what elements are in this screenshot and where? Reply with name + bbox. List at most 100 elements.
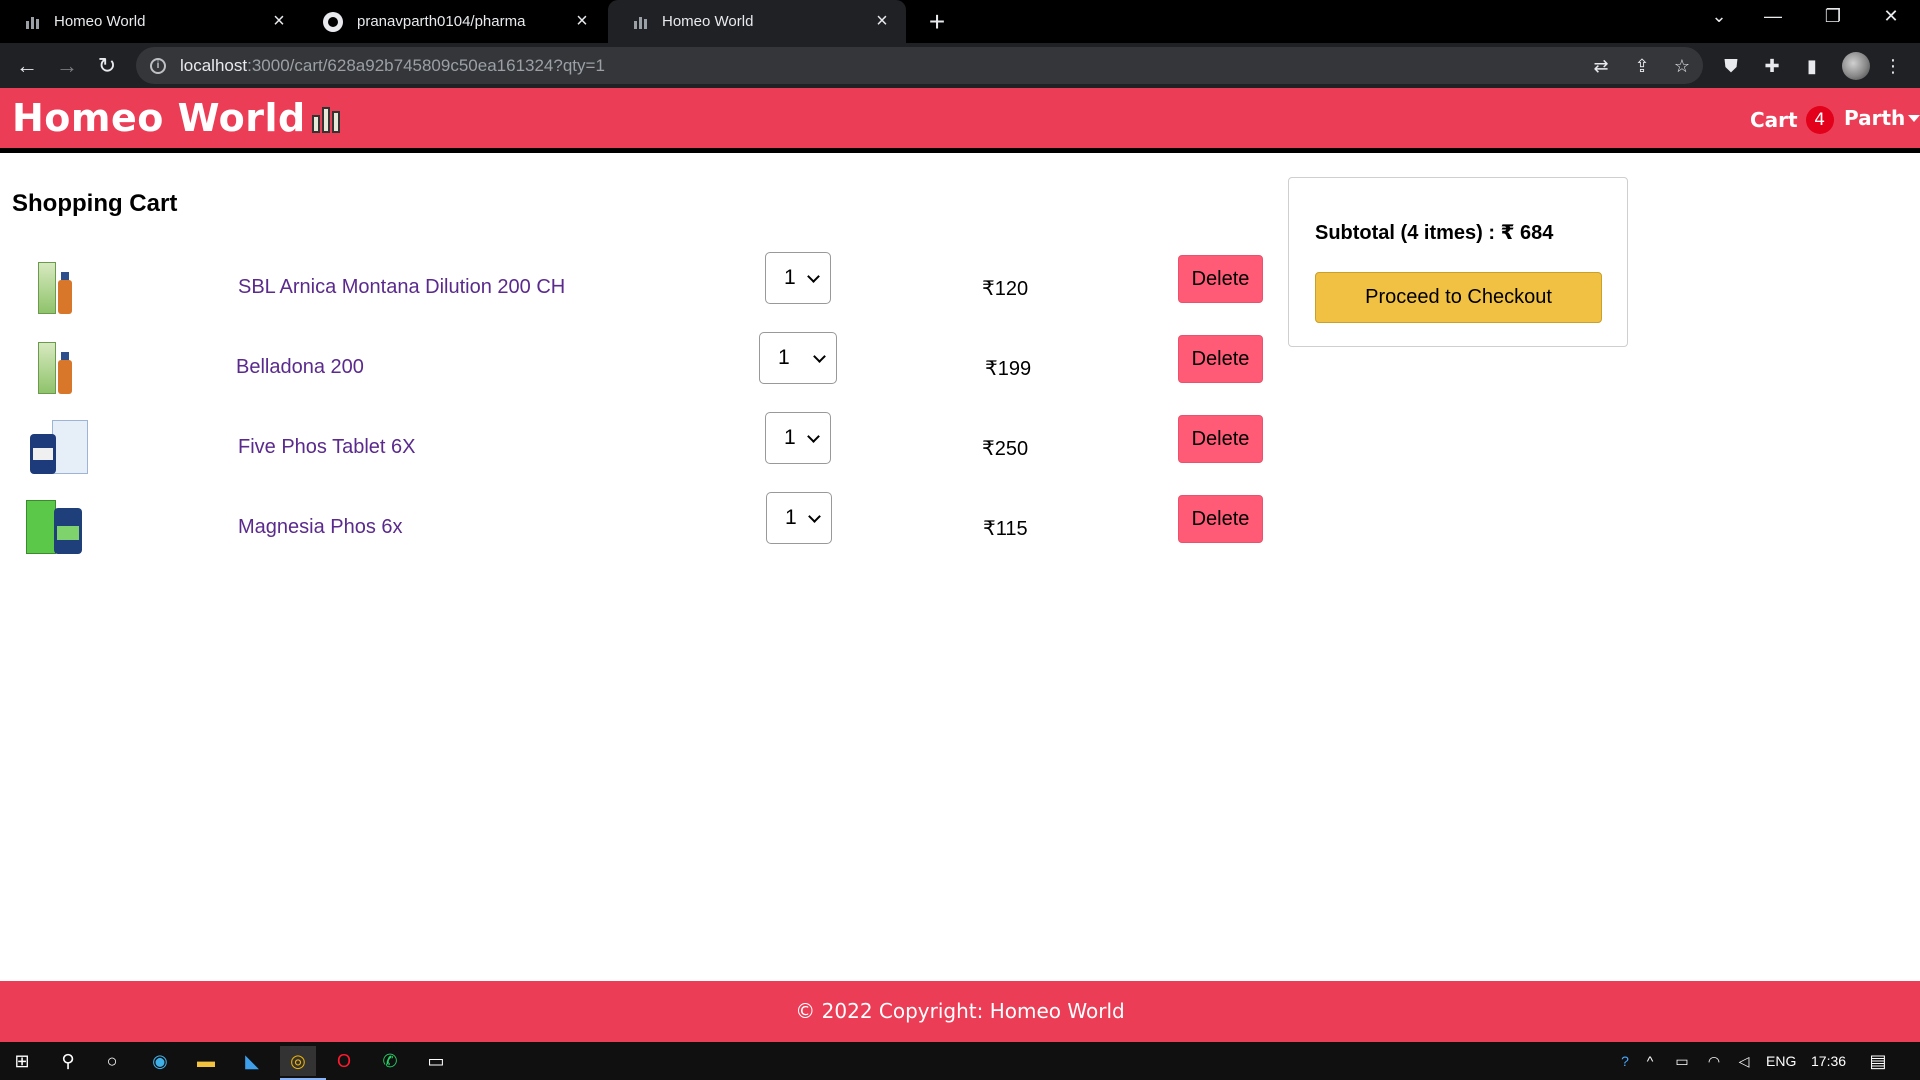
medicine-bottles-icon	[311, 103, 342, 133]
copyright-text: © 2022 Copyright: Homeo World	[795, 999, 1125, 1023]
new-tab-button[interactable]: +	[922, 6, 952, 38]
product-image[interactable]	[24, 336, 88, 400]
delete-button[interactable]: Delete	[1178, 335, 1263, 383]
cortana-circle-icon[interactable]: ○	[94, 1046, 130, 1076]
shield-extension-icon[interactable]: ⛊	[1720, 55, 1742, 77]
product-jar-shape	[30, 434, 56, 474]
windows-taskbar: ⊞ ⚲ ○ ◉ ▬ ◣ ◎ O ✆ ▭ ? ^ ▭ ◠ ◁ ENG 17:36 …	[0, 1042, 1920, 1080]
share-icon[interactable]: ⇪	[1631, 55, 1653, 77]
quantity-value: 1	[784, 266, 796, 289]
delete-button[interactable]: Delete	[1178, 415, 1263, 463]
close-icon[interactable]: ×	[872, 10, 892, 33]
cart-count-badge: 4	[1805, 106, 1834, 134]
product-image[interactable]	[24, 416, 88, 480]
site-info-icon[interactable]: i	[150, 57, 166, 74]
close-icon[interactable]: ×	[572, 10, 592, 33]
subtotal-text: Subtotal (4 itmes) : ₹ 684	[1315, 222, 1554, 244]
forward-arrow-icon[interactable]: →	[52, 51, 82, 81]
clock[interactable]: 17:36	[1811, 1053, 1846, 1069]
product-name-link[interactable]: Magnesia Phos 6x	[238, 516, 403, 539]
language-indicator[interactable]: ENG	[1766, 1053, 1796, 1069]
github-icon	[323, 11, 343, 32]
edge-browser-icon[interactable]: ◉	[142, 1046, 178, 1076]
tab-title: Homeo World	[662, 13, 754, 30]
tab-title: Homeo World	[54, 13, 146, 30]
product-name-link[interactable]: SBL Arnica Montana Dilution 200 CH	[238, 276, 565, 299]
homeo-favicon-icon	[634, 15, 648, 29]
windows-start-icon[interactable]: ⊞	[4, 1046, 40, 1076]
close-icon[interactable]: ×	[269, 10, 289, 33]
app-navbar: Homeo World Cart 4 Parth	[0, 88, 1920, 153]
quantity-select[interactable]: 1	[766, 492, 832, 544]
bookmark-star-icon[interactable]: ☆	[1671, 55, 1693, 77]
minimize-button[interactable]: —	[1758, 6, 1788, 27]
tab-title: pranavparth0104/pharma	[357, 13, 526, 30]
reload-icon[interactable]: ↻	[92, 51, 122, 81]
opera-icon[interactable]: O	[326, 1046, 362, 1076]
more-menu-icon[interactable]: ⋮	[1882, 55, 1904, 77]
cart-link[interactable]: Cart 4	[1750, 106, 1834, 134]
whatsapp-icon[interactable]: ✆	[372, 1046, 408, 1076]
chevron-down-icon	[807, 430, 820, 443]
product-box-shape	[38, 342, 56, 394]
cart-label: Cart	[1750, 108, 1798, 132]
cart-item-row: Magnesia Phos 6x 1 ₹115 Delete	[0, 492, 1280, 572]
file-explorer-icon[interactable]: ▬	[188, 1046, 224, 1076]
browser-tab-3-active[interactable]: Homeo World ×	[608, 0, 906, 43]
terminal-icon[interactable]: ▭	[418, 1046, 454, 1076]
volume-icon[interactable]: ◁	[1726, 1046, 1762, 1076]
page-footer: © 2022 Copyright: Homeo World	[0, 981, 1920, 1042]
notifications-icon[interactable]: ▤	[1860, 1046, 1896, 1076]
product-price: ₹115	[983, 518, 1028, 540]
chevron-down-icon	[813, 350, 826, 363]
product-price: ₹250	[982, 438, 1029, 460]
browser-toolbar: ← → ↻ i localhost:3000/cart/628a92b74580…	[0, 43, 1920, 88]
product-image[interactable]	[24, 256, 88, 320]
browser-tab-2[interactable]: pranavparth0104/pharma ×	[303, 0, 606, 43]
delete-button[interactable]: Delete	[1178, 255, 1263, 303]
cart-item-row: SBL Arnica Montana Dilution 200 CH 1 ₹12…	[0, 252, 1280, 332]
quantity-select[interactable]: 1	[759, 332, 837, 384]
chrome-icon[interactable]: ◎	[280, 1046, 326, 1080]
page-title: Shopping Cart	[12, 190, 178, 217]
back-arrow-icon[interactable]: ←	[12, 51, 42, 81]
side-panel-icon[interactable]: ▮	[1801, 55, 1823, 77]
extensions-puzzle-icon[interactable]: ✚	[1761, 55, 1783, 77]
quantity-select[interactable]: 1	[765, 252, 831, 304]
vscode-icon[interactable]: ◣	[234, 1046, 270, 1076]
delete-button[interactable]: Delete	[1178, 495, 1263, 543]
product-image[interactable]	[24, 496, 88, 560]
search-icon[interactable]: ⚲	[50, 1046, 86, 1076]
address-bar[interactable]: i localhost:3000/cart/628a92b745809c50ea…	[136, 47, 1703, 84]
translate-icon[interactable]: ⇄	[1590, 55, 1612, 77]
window-close-button[interactable]: ✕	[1876, 6, 1906, 27]
product-price: ₹120	[982, 278, 1029, 300]
battery-icon[interactable]: ▭	[1664, 1046, 1700, 1076]
product-name-link[interactable]: Five Phos Tablet 6X	[238, 436, 416, 459]
quantity-value: 1	[778, 346, 790, 369]
user-name: Parth	[1844, 106, 1906, 130]
quantity-value: 1	[785, 506, 797, 529]
url-host: localhost	[180, 55, 248, 75]
brand-logo[interactable]: Homeo World	[12, 96, 342, 140]
product-name-link[interactable]: Belladona 200	[236, 356, 364, 379]
chevron-down-icon	[807, 270, 820, 283]
caret-down-icon	[1908, 114, 1920, 122]
product-bottle-shape	[58, 352, 72, 394]
url-path: :3000/cart/628a92b745809c50ea161324?qty=…	[247, 55, 605, 75]
chevron-up-icon[interactable]: ^	[1632, 1046, 1668, 1076]
quantity-select[interactable]: 1	[765, 412, 831, 464]
product-box-shape	[26, 500, 56, 554]
restore-button[interactable]: ❐	[1818, 6, 1848, 27]
product-box-shape	[52, 420, 88, 474]
profile-avatar[interactable]	[1842, 52, 1870, 80]
user-dropdown[interactable]: Parth	[1844, 106, 1920, 130]
tab-search-icon[interactable]: ⌄	[1704, 6, 1734, 27]
product-bottle-shape	[58, 272, 72, 314]
proceed-to-checkout-button[interactable]: Proceed to Checkout	[1315, 272, 1602, 323]
product-price: ₹199	[985, 358, 1032, 380]
browser-tab-1[interactable]: Homeo World ×	[0, 0, 303, 43]
cart-item-row: Five Phos Tablet 6X 1 ₹250 Delete	[0, 412, 1280, 492]
chevron-down-icon	[808, 510, 821, 523]
quantity-value: 1	[784, 426, 796, 449]
